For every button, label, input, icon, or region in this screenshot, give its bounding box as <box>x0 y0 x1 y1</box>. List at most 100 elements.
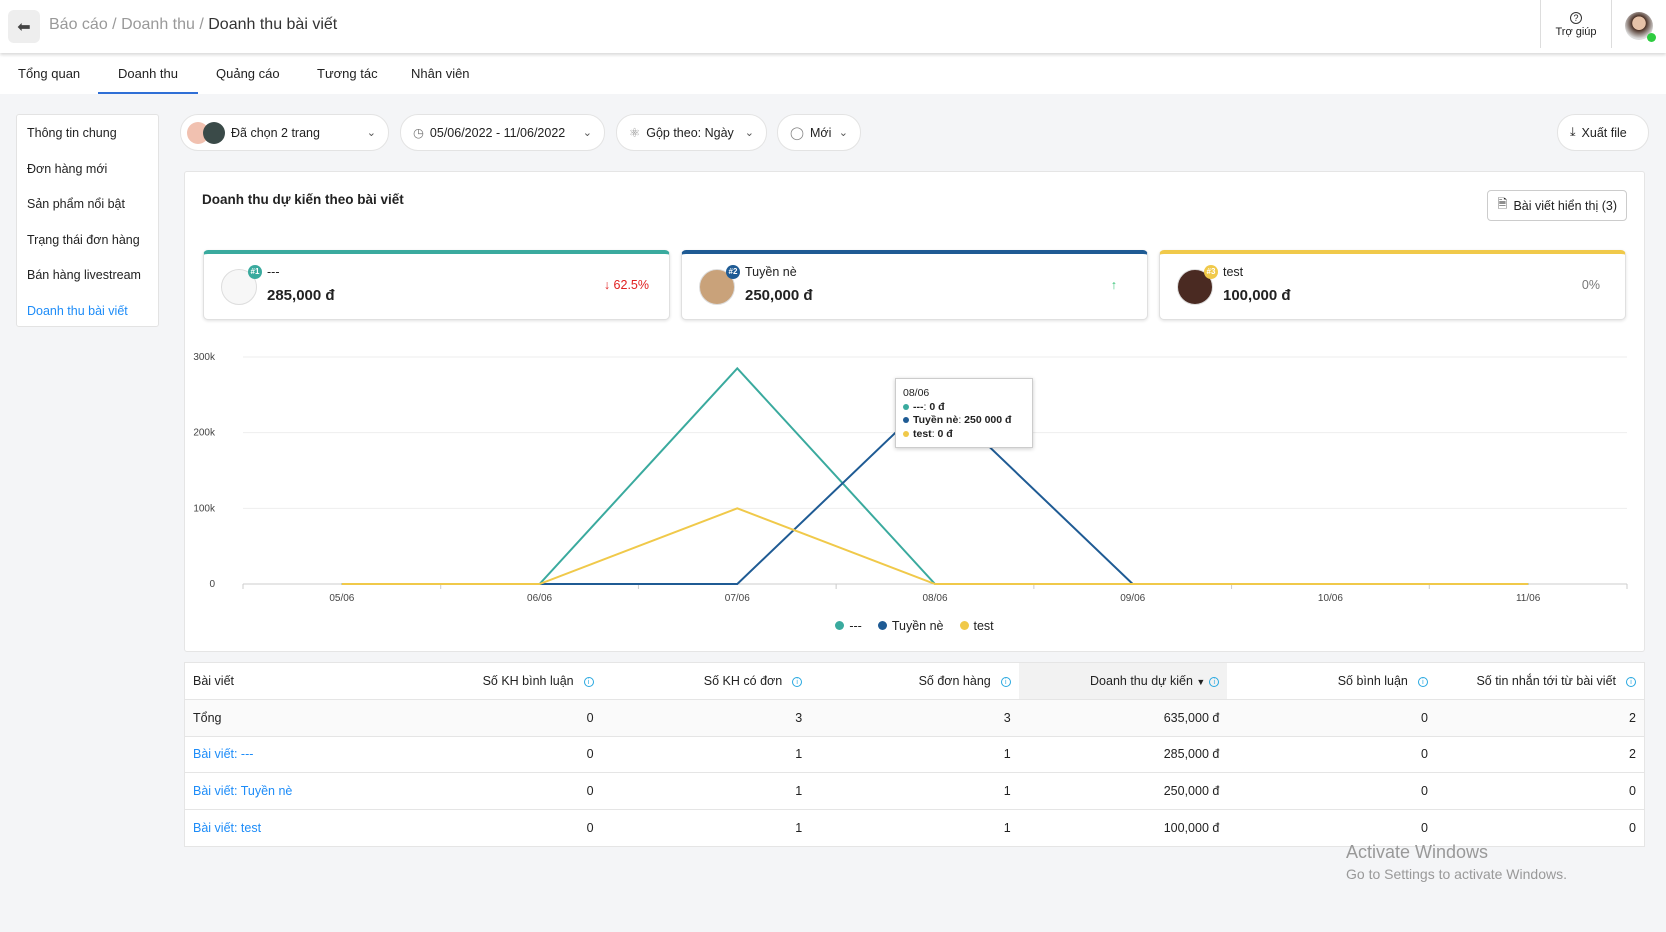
info-icon[interactable]: i <box>1000 676 1011 687</box>
tab-overview[interactable]: Tổng quan <box>18 66 80 81</box>
series-dot <box>903 430 909 437</box>
col-comments[interactable]: Số bình luận i <box>1227 662 1436 700</box>
date-range-picker[interactable]: ◷ 05/06/2022 - 11/06/2022 ⌄ <box>400 114 605 151</box>
sidebar-item-order-status[interactable]: Trạng thái đơn hàng <box>17 233 158 269</box>
legend-dot <box>877 621 887 630</box>
col-expected-revenue[interactable]: Doanh thu dự kiến ▼ i <box>1018 662 1228 700</box>
value-cell: 0 <box>1435 809 1645 847</box>
value-cell: 250,000 đ <box>1018 772 1228 811</box>
tooltip-date: 08/06 <box>903 387 930 399</box>
table-header-row: Bài viết Số KH bình luận i Số KH có đơn i … <box>184 662 1645 700</box>
stat-card-1[interactable]: #1 --- 285,000 đ ↓ 62.5% <box>203 250 670 320</box>
table-row: Bài viết: --- 0 1 1 285,000 đ02 <box>184 736 1645 774</box>
tooltip-series: test <box>913 427 932 440</box>
status-filter[interactable]: ◯ Mới ⌄ <box>777 114 861 151</box>
col-ordering-customers[interactable]: Số KH có đơn i <box>601 662 811 700</box>
value-cell: 635,000 đ <box>1018 699 1228 737</box>
x-tick-label: 10/06 <box>1318 593 1343 604</box>
col-messages[interactable]: Số tin nhắn tới từ bài viết i <box>1435 662 1645 700</box>
breadcrumb-revenue[interactable]: Doanh thu <box>121 16 195 33</box>
rank-badge: #3 <box>1204 265 1218 279</box>
rank-badge: #2 <box>726 265 740 279</box>
legend-label: --- <box>849 619 862 633</box>
sidebar-item-general[interactable]: Thông tin chung <box>17 126 158 162</box>
change-value: 0% <box>1581 278 1600 292</box>
info-icon[interactable]: i <box>1417 676 1428 687</box>
tab-staff[interactable]: Nhân viên <box>411 66 470 81</box>
page-selector[interactable]: Đã chọn 2 trang ⌄ <box>180 114 389 151</box>
legend-item[interactable]: --- <box>835 619 862 633</box>
col-commenting-customers[interactable]: Số KH bình luận i <box>393 662 602 700</box>
clock-icon: ◷ <box>413 126 424 140</box>
value-cell: 100,000 đ <box>1018 809 1228 847</box>
page-avatar <box>203 121 225 144</box>
shown-posts-button[interactable]: 🗎 Bài viết hiển thị (3) <box>1487 190 1627 221</box>
post-cell[interactable]: Bài viết: Tuyền nè <box>184 772 394 811</box>
post-revenue-table: Bài viết Số KH bình luận i Số KH có đơn i … <box>184 662 1645 847</box>
tooltip-value: 0 đ <box>937 427 953 440</box>
value-cell: 1 <box>810 809 1019 847</box>
back-button[interactable]: ⬅ <box>8 10 40 43</box>
sidebar-item-livestream[interactable]: Bán hàng livestream <box>17 268 158 304</box>
tab-revenue[interactable]: Doanh thu <box>98 66 198 94</box>
legend-item[interactable]: Tuyền nè <box>877 619 944 633</box>
table-total-row: Tổng 0 3 3 635,000 đ02 <box>184 699 1645 737</box>
y-tick-label: 0 <box>209 579 215 590</box>
export-button[interactable]: ⤓ Xuất file <box>1557 114 1649 151</box>
file-chart-icon: 🗎 <box>1497 197 1508 211</box>
sidebar-item-top-products[interactable]: Sản phẩm nổi bật <box>17 197 158 233</box>
col-post[interactable]: Bài viết <box>184 662 394 700</box>
post-cell[interactable]: Bài viết: test <box>184 809 394 847</box>
tab-bar: Tổng quan Doanh thu Quảng cáo Tương tác … <box>0 53 1666 94</box>
info-icon[interactable]: i <box>1209 676 1220 687</box>
page-avatars <box>187 121 225 144</box>
chevron-down-icon: ⌄ <box>744 127 754 139</box>
x-tick-label: 07/06 <box>725 593 750 604</box>
table-row: Bài viết: Tuyền nè 0 1 1 250,000 đ00 <box>184 772 1645 811</box>
post-revenue: 100,000 đ <box>1223 287 1291 304</box>
breadcrumb-reports[interactable]: Báo cáo <box>49 16 108 33</box>
col-label: Số KH có đơn <box>703 673 783 688</box>
value-cell: 1 <box>810 772 1019 811</box>
post-cell: Tổng <box>184 699 394 737</box>
download-icon: ⤓ <box>1570 125 1576 139</box>
value-cell: 3 <box>601 699 811 737</box>
card-title: Doanh thu dự kiến theo bài viết <box>202 192 404 207</box>
group-by-label: Gộp theo: Ngày <box>646 125 734 140</box>
sidebar-item-new-orders[interactable]: Đơn hàng mới <box>17 162 158 198</box>
value-cell: 1 <box>601 809 811 847</box>
col-orders[interactable]: Số đơn hàng i <box>810 662 1019 700</box>
post-cell[interactable]: Bài viết: --- <box>184 736 394 774</box>
bulb-icon: ◯ <box>790 126 804 140</box>
post-name: test <box>1223 265 1244 279</box>
tab-interaction[interactable]: Tương tác <box>317 66 378 81</box>
breadcrumb: Báo cáo / Doanh thu / Doanh thu bài viết <box>49 16 338 33</box>
help-button[interactable]: ? Trợ giúp <box>1540 0 1612 48</box>
sidebar-item-post-revenue[interactable]: Doanh thu bài viết <box>17 304 158 340</box>
chart-legend: --- Tuyền nè test <box>185 619 1644 633</box>
tooltip-row: test: 0 đ <box>903 428 1025 442</box>
export-label: Xuất file <box>1581 125 1627 140</box>
series-dot <box>903 403 909 410</box>
sort-desc-icon: ▼ <box>1196 676 1206 687</box>
watermark-title: Activate Windows <box>1346 842 1489 862</box>
post-name: --- <box>267 265 280 279</box>
post-revenue: 285,000 đ <box>267 287 335 304</box>
online-status-dot <box>1647 33 1656 42</box>
value-cell: 0 <box>393 809 602 847</box>
user-avatar[interactable] <box>1625 12 1656 42</box>
value-cell: 0 <box>1227 809 1436 847</box>
info-icon[interactable]: i <box>792 676 803 687</box>
value-cell: 0 <box>393 736 602 774</box>
info-icon[interactable]: i <box>583 676 594 687</box>
shown-posts-label: Bài viết hiển thị (3) <box>1513 198 1617 213</box>
stat-card-2[interactable]: #2 Tuyền nè 250,000 đ ↑ <box>681 250 1148 320</box>
series-dot <box>903 417 909 423</box>
stat-card-3[interactable]: #3 test 100,000 đ 0% <box>1159 250 1626 320</box>
legend-item[interactable]: test <box>959 619 994 633</box>
tab-ads[interactable]: Quảng cáo <box>216 66 280 81</box>
info-icon[interactable]: i <box>1626 676 1636 687</box>
col-label: Bài viết <box>193 673 234 688</box>
help-label: Trợ giúp <box>1555 26 1597 38</box>
group-by-select[interactable]: ⚛ Gộp theo: Ngày ⌄ <box>616 114 767 151</box>
